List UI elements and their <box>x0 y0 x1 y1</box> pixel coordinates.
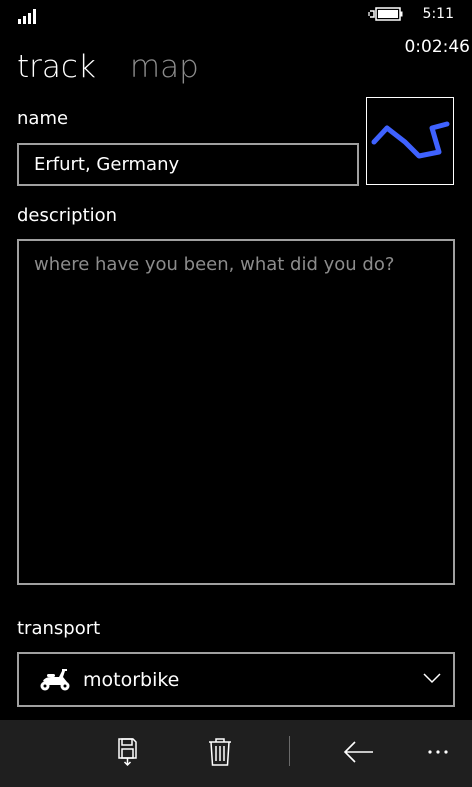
description-label: description <box>17 205 118 226</box>
name-field[interactable]: Erfurt, Germany <box>17 143 359 186</box>
back-arrow-icon <box>343 741 373 763</box>
chevron-down-icon <box>423 673 441 684</box>
battery-charging-icon <box>368 7 403 21</box>
status-clock: 5:11 <box>422 6 454 22</box>
more-icon <box>428 750 448 754</box>
motorbike-icon <box>40 669 70 691</box>
signal-strength-icon <box>18 9 36 24</box>
back-button[interactable] <box>341 734 377 770</box>
tab-track[interactable]: track <box>17 48 96 86</box>
pivot-header: track map <box>17 48 199 88</box>
name-label: name <box>17 108 69 129</box>
elapsed-timer: 0:02:46 <box>404 37 470 57</box>
status-bar: 5:11 <box>0 0 472 32</box>
description-placeholder: where have you been, what did you do? <box>34 254 395 275</box>
save-button[interactable] <box>109 734 145 770</box>
tab-map[interactable]: map <box>130 48 199 86</box>
more-button[interactable] <box>420 734 456 770</box>
description-field[interactable]: where have you been, what did you do? <box>17 239 455 585</box>
transport-select[interactable]: motorbike <box>17 652 455 707</box>
delete-button[interactable] <box>202 734 238 770</box>
name-field-value: Erfurt, Germany <box>34 154 180 175</box>
transport-value: motorbike <box>83 669 180 691</box>
delete-icon <box>209 738 231 766</box>
save-icon <box>118 738 137 767</box>
track-path-icon <box>371 121 450 159</box>
transport-label: transport <box>17 618 101 639</box>
track-thumbnail[interactable] <box>366 97 454 185</box>
app-bar <box>0 720 472 787</box>
app-bar-separator <box>289 736 290 766</box>
